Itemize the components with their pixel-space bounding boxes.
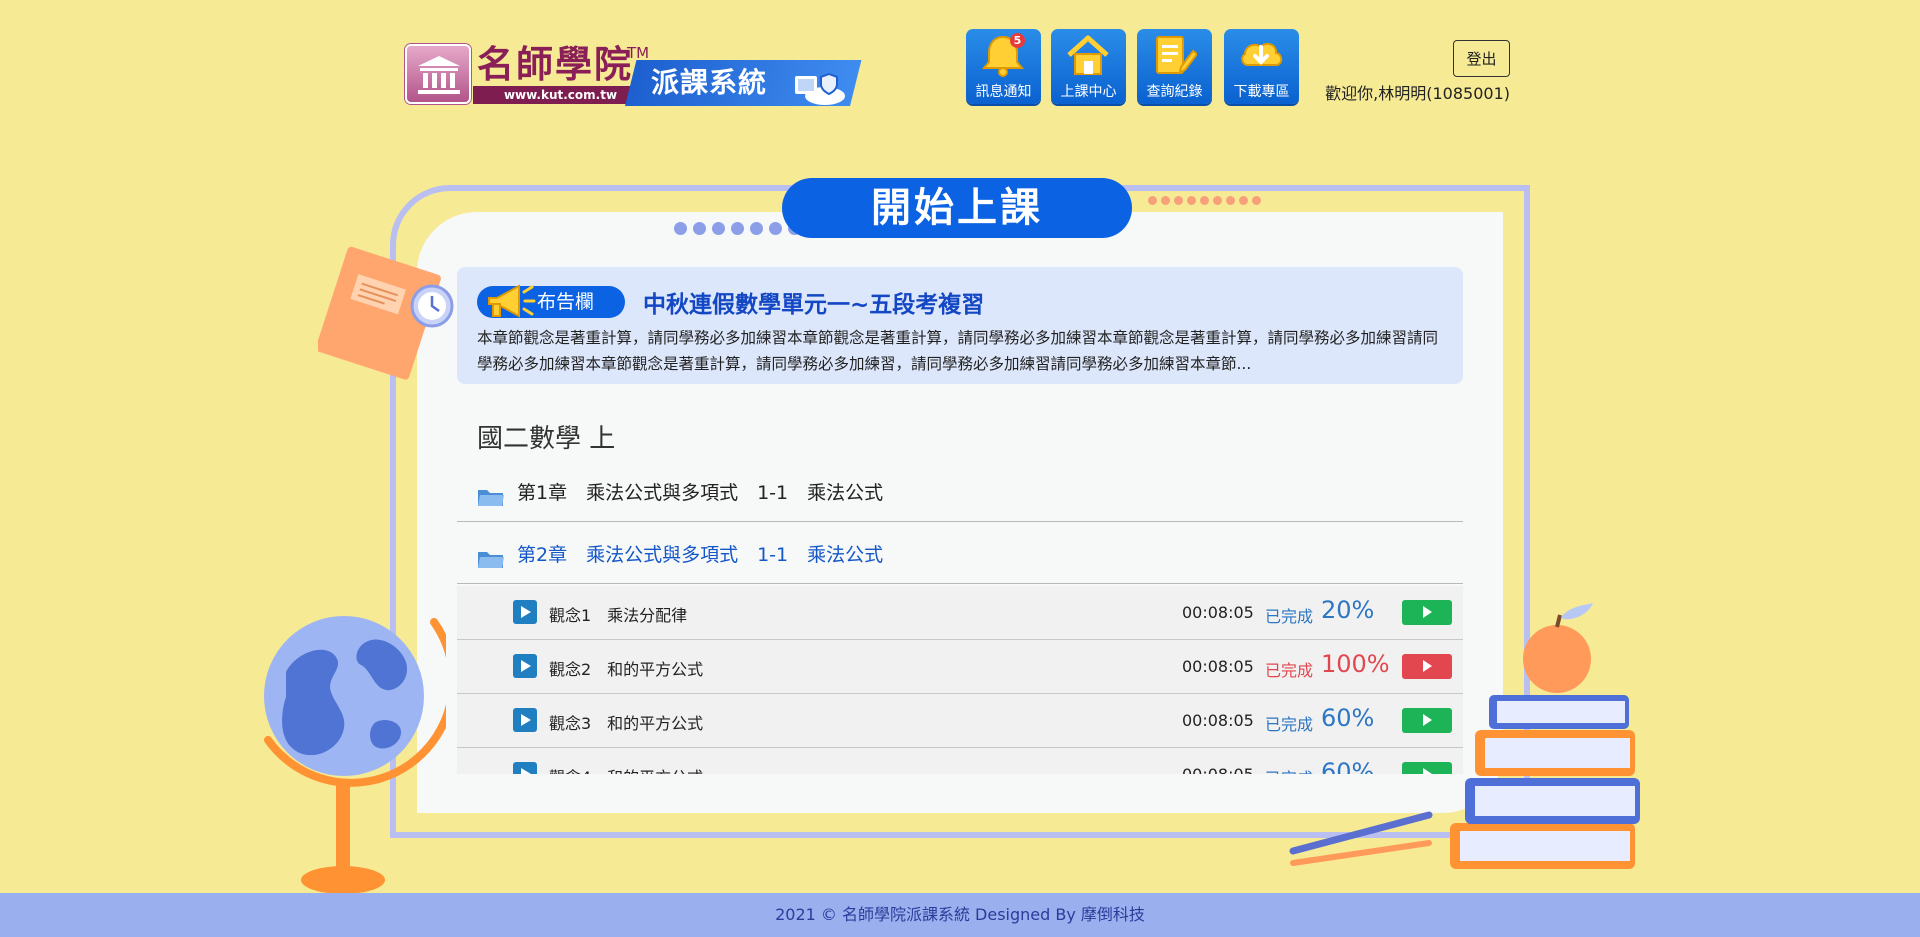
nav-records-button[interactable]: 查詢紀錄 bbox=[1137, 29, 1212, 104]
video-play-icon bbox=[513, 708, 537, 732]
megaphone-icon bbox=[488, 284, 536, 318]
notice-title[interactable]: 中秋連假數學單元一~五段考複習 bbox=[643, 285, 984, 319]
cloud-download-icon bbox=[1241, 42, 1283, 66]
notification-count-badge: 5 bbox=[1010, 33, 1025, 48]
globe-icon bbox=[264, 616, 446, 894]
folder-icon bbox=[478, 490, 504, 506]
lesson-duration: 00:08:05 bbox=[1182, 657, 1254, 676]
course-title: 國二數學 上 bbox=[477, 424, 616, 454]
nav-class-center-button[interactable]: 上課中心 bbox=[1051, 29, 1126, 104]
books-apple-pencil-icon bbox=[1289, 603, 1640, 869]
logo-subtitle: 派課系統 bbox=[651, 66, 768, 99]
notebook-clock-icon bbox=[318, 246, 454, 380]
logout-button[interactable]: 登出 bbox=[1453, 40, 1510, 77]
chapter-row-active[interactable]: 第2章 乘法公式與多項式 1-1 乘法公式 bbox=[457, 526, 1463, 584]
welcome-message: 歡迎你,林明明(1085001) bbox=[1325, 84, 1510, 103]
lesson-name: 觀念4 和的平方公式 bbox=[549, 764, 703, 774]
decor-dots-orange bbox=[1148, 196, 1261, 205]
lesson-duration: 00:08:05 bbox=[1182, 711, 1254, 730]
lesson-name: 觀念1 乘法分配律 bbox=[549, 606, 688, 625]
chapter-title: 第1章 乘法公式與多項式 1-1 乘法公式 bbox=[517, 482, 884, 504]
video-play-icon bbox=[513, 654, 537, 678]
lesson-name: 觀念3 和的平方公式 bbox=[549, 714, 704, 733]
chapter-title: 第2章 乘法公式與多項式 1-1 乘法公式 bbox=[517, 544, 884, 566]
lesson-duration: 00:08:05 bbox=[1182, 603, 1254, 622]
academy-building-icon bbox=[405, 44, 471, 104]
site-logo[interactable]: 名師學院 TM www.kut.com.tw 派課系統 bbox=[405, 42, 862, 106]
nav-label: 查詢紀錄 bbox=[1146, 84, 1203, 100]
nav-label: 訊息通知 bbox=[975, 84, 1032, 100]
lesson-name: 觀念2 和的平方公式 bbox=[549, 660, 704, 679]
home-icon bbox=[1067, 35, 1109, 75]
nav-notifications-button[interactable]: 5 訊息通知 bbox=[966, 29, 1041, 104]
cloud-shield-icon bbox=[795, 72, 845, 105]
notice-board[interactable]: 布告欄 中秋連假數學單元一~五段考複習 本章節觀念是著重計算，請同學務必多加練習… bbox=[457, 267, 1463, 384]
logo-name: 名師學院 bbox=[477, 42, 633, 86]
notice-text: 本章節觀念是著重計算，請同學務必多加練習本章節觀念是著重計算，請同學務必多加練習… bbox=[477, 329, 1439, 373]
video-play-icon bbox=[513, 600, 537, 624]
chapter-row[interactable]: 第1章 乘法公式與多項式 1-1 乘法公式 bbox=[457, 464, 1463, 522]
logo-url: www.kut.com.tw bbox=[473, 86, 648, 104]
folder-icon bbox=[478, 552, 504, 568]
notice-badge-label: 布告欄 bbox=[537, 291, 595, 313]
video-play-icon bbox=[513, 762, 537, 774]
nav-label: 上課中心 bbox=[1060, 84, 1117, 100]
page-title: 開始上課 bbox=[782, 178, 1132, 238]
notice-badge: 布告欄 bbox=[477, 284, 625, 318]
footer-copyright: 2021 © 名師學院派課系統 Designed By 摩倒科技 bbox=[0, 893, 1920, 937]
lesson-duration: 00:08:05 bbox=[1182, 765, 1254, 774]
clipboard-pencil-icon bbox=[1156, 36, 1197, 74]
